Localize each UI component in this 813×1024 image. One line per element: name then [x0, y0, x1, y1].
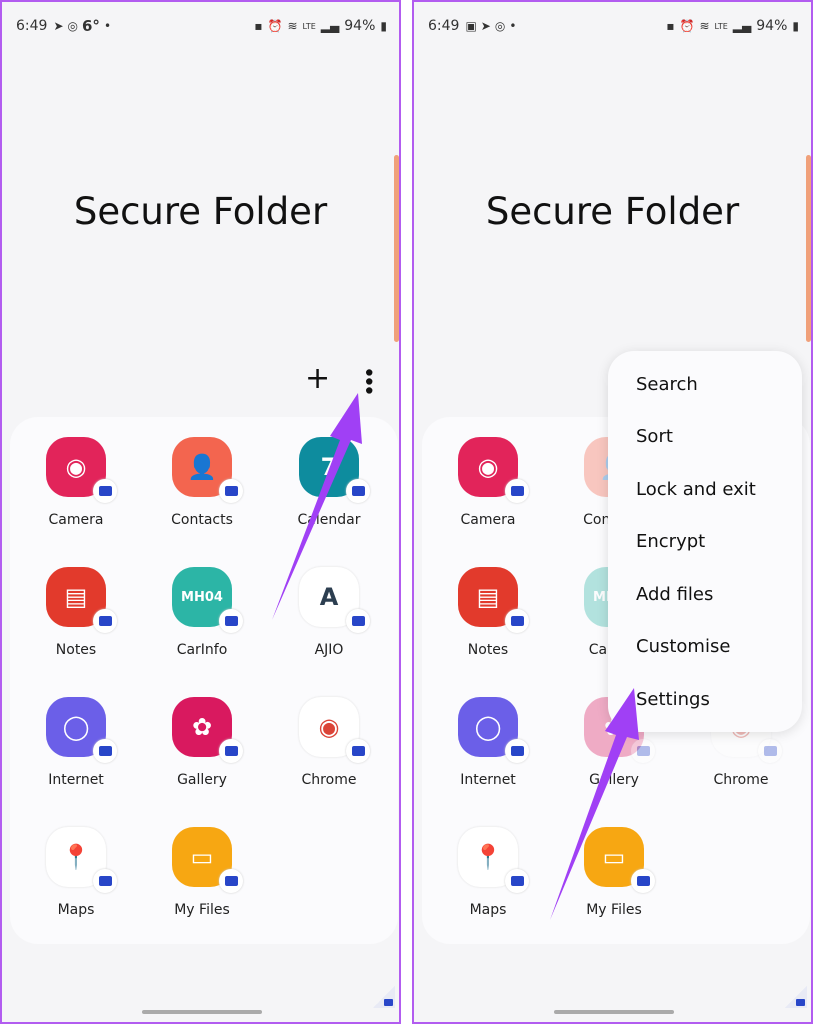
telegram-icon: ➤: [53, 19, 64, 33]
menu-item-add-files[interactable]: Add files: [608, 568, 802, 621]
app-label: Internet: [48, 772, 104, 788]
page-title: Secure Folder: [485, 190, 740, 233]
scrollbar[interactable]: [394, 155, 399, 342]
notification-dot-icon: •: [509, 19, 517, 33]
app-ajio[interactable]: A AJIO: [274, 567, 384, 667]
app-contacts[interactable]: 👤 Contacts: [147, 437, 257, 537]
app-label: Chrome: [713, 772, 769, 788]
alarm-icon: ⏰: [267, 19, 283, 33]
secure-folder-icon: ▪: [254, 19, 263, 33]
app-label: CarInfo: [176, 642, 228, 658]
wifi-icon: ≋: [699, 19, 710, 33]
menu-item-customise[interactable]: Customise: [608, 621, 802, 674]
app-camera[interactable]: ◉ Camera: [433, 437, 543, 537]
secure-folder-badge-icon: [219, 479, 243, 503]
app-label: Maps: [57, 902, 95, 918]
weather-icon: 6°: [82, 17, 100, 35]
notification-dot-icon: •: [103, 19, 112, 33]
app-label: Notes: [55, 642, 97, 658]
secure-folder-corner-icon: [373, 986, 395, 1008]
app-my-files[interactable]: ▭ My Files: [559, 827, 669, 927]
status-bar: 6:49 ▣ ➤ ◎ • ▪ ⏰ ≋ LTE ▂▄ 94% ▮: [428, 16, 799, 36]
app-internet[interactable]: ◯ Internet: [433, 697, 543, 797]
volte-icon: LTE: [714, 21, 728, 31]
instagram-icon: ◎: [67, 19, 78, 33]
overflow-menu: Search Sort Lock and exit Encrypt Add files C…: [608, 351, 802, 732]
app-label: Maps: [469, 902, 507, 918]
screen-right: 6:49▣➤◎• ▪⏰≋LTE▂▄94%▮ Secure Folder + ••…: [412, 0, 813, 1024]
app-notes[interactable]: ▤ Notes: [433, 567, 543, 667]
secure-folder-badge-icon: [93, 479, 117, 503]
app-camera[interactable]: ◉ Camera: [21, 437, 131, 537]
menu-item-search[interactable]: Search: [608, 358, 802, 411]
secure-folder-badge-icon: [505, 479, 529, 503]
app-notes[interactable]: ▤ Notes: [21, 567, 131, 667]
app-label: Gallery: [177, 772, 227, 788]
app-label: My Files: [586, 902, 642, 918]
screen-left: 6:49 ➤ ◎ 6° • ▪ ⏰ ≋ LTE ▂▄ 94% ▮ Secure Folder + •…: [0, 0, 401, 1024]
app-label: Internet: [460, 772, 516, 788]
app-chrome[interactable]: ◉ Chrome: [274, 697, 384, 797]
battery-percent: 94%: [344, 18, 376, 34]
menu-item-encrypt[interactable]: Encrypt: [608, 516, 802, 569]
app-label: Notes: [467, 642, 509, 658]
secure-folder-badge-icon: [219, 609, 243, 633]
secure-folder-badge-icon: [505, 739, 529, 763]
app-label: Chrome: [301, 772, 357, 788]
battery-percent: 94%: [756, 18, 788, 34]
volte-icon: LTE: [302, 21, 316, 31]
secure-folder-badge-icon: [505, 869, 529, 893]
app-label: Gallery: [589, 772, 639, 788]
secure-folder-badge-icon: [346, 479, 370, 503]
clock: 6:49: [16, 18, 48, 34]
app-my-files[interactable]: ▭ My Files: [147, 827, 257, 927]
add-button[interactable]: +: [305, 364, 330, 394]
secure-folder-icon: ▪: [666, 19, 675, 33]
secure-folder-badge-icon: [219, 869, 243, 893]
signal-icon: ▂▄: [320, 19, 340, 33]
scrollbar[interactable]: [806, 155, 811, 342]
telegram-icon: ➤: [480, 19, 491, 33]
clock: 6:49: [428, 18, 460, 34]
app-label: AJIO: [314, 642, 344, 658]
menu-item-settings[interactable]: Settings: [608, 673, 802, 726]
secure-folder-badge-icon: [758, 739, 782, 763]
instagram-icon: ◎: [494, 19, 506, 33]
secure-folder-corner-icon: [785, 986, 807, 1008]
gallery-icon: ▣: [465, 19, 477, 33]
secure-folder-badge-icon: [631, 739, 655, 763]
secure-folder-badge-icon: [631, 869, 655, 893]
app-maps[interactable]: 📍 Maps: [21, 827, 131, 927]
app-carinfo[interactable]: MH04 CarInfo: [147, 567, 257, 667]
menu-item-lock-and-exit[interactable]: Lock and exit: [608, 463, 802, 516]
app-label: Calendar: [297, 512, 361, 528]
app-label: My Files: [174, 902, 230, 918]
secure-folder-badge-icon: [505, 609, 529, 633]
app-maps[interactable]: 📍 Maps: [433, 827, 543, 927]
menu-item-sort[interactable]: Sort: [608, 411, 802, 464]
more-options-button[interactable]: •••: [354, 366, 380, 393]
app-internet[interactable]: ◯ Internet: [21, 697, 131, 797]
app-grid: ◉ Camera 👤 Contacts 7 Calendar ▤ Notes M…: [10, 417, 398, 944]
app-calendar[interactable]: 7 Calendar: [274, 437, 384, 537]
app-label: Contacts: [171, 512, 233, 528]
secure-folder-badge-icon: [346, 609, 370, 633]
secure-folder-badge-icon: [93, 739, 117, 763]
page-title: Secure Folder: [73, 190, 328, 233]
secure-folder-badge-icon: [93, 869, 117, 893]
secure-folder-badge-icon: [346, 739, 370, 763]
secure-folder-badge-icon: [93, 609, 117, 633]
home-indicator[interactable]: [142, 1010, 262, 1014]
status-bar: 6:49 ➤ ◎ 6° • ▪ ⏰ ≋ LTE ▂▄ 94% ▮: [16, 16, 387, 36]
battery-icon: ▮: [380, 19, 387, 33]
app-gallery[interactable]: ✿ Gallery: [147, 697, 257, 797]
app-label: Camera: [460, 512, 516, 528]
secure-folder-badge-icon: [219, 739, 243, 763]
home-indicator[interactable]: [554, 1010, 674, 1014]
wifi-icon: ≋: [287, 19, 298, 33]
alarm-icon: ⏰: [679, 19, 695, 33]
signal-icon: ▂▄: [732, 19, 752, 33]
app-label: Camera: [48, 512, 104, 528]
battery-icon: ▮: [792, 19, 799, 33]
